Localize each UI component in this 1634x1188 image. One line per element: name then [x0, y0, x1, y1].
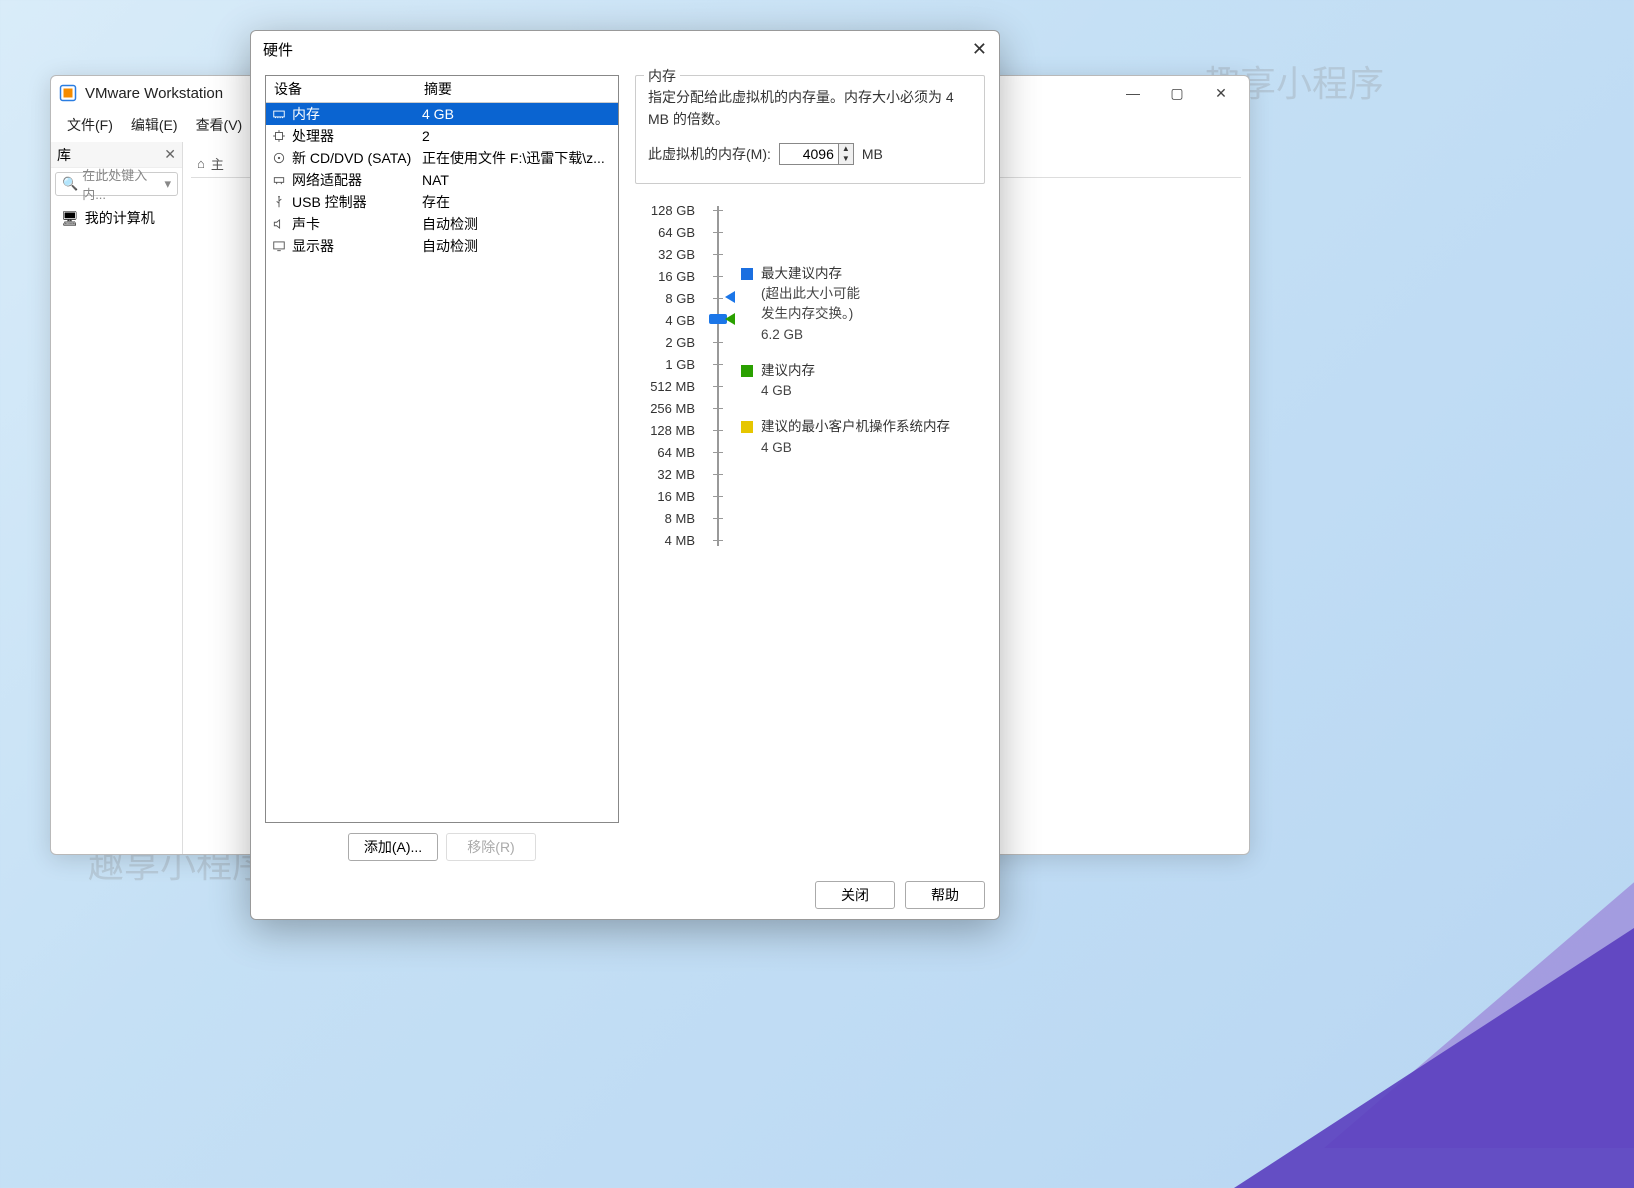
library-title: 库: [57, 145, 71, 165]
green-swatch-icon: [741, 365, 753, 377]
hardware-row-network[interactable]: 网络适配器 NAT: [266, 169, 618, 191]
home-tab[interactable]: 主: [211, 154, 224, 173]
hardware-summary: 4 GB: [416, 106, 618, 122]
hardware-dialog: 硬件 ✕ 设备 摘要 内存 4 GB 处理器 2 新 CD/DVD (SATA)正在使用…: [250, 30, 1000, 920]
maximize-button[interactable]: ▢: [1157, 79, 1197, 107]
search-icon: 🔍: [62, 176, 78, 192]
hardware-summary: 2: [416, 128, 618, 144]
hardware-name: USB 控制器: [292, 192, 367, 212]
remove-hardware-button: 移除(R): [446, 833, 536, 861]
vmware-app-icon: [59, 84, 77, 102]
memory-tick-labels: 128 GB64 GB32 GB16 GB8 GB4 GB2 GB1 GB512…: [635, 200, 695, 552]
library-root-node[interactable]: 🖥 我的计算机: [55, 206, 178, 230]
memory-input[interactable]: [780, 144, 838, 164]
sound-icon: [272, 217, 286, 231]
menu-edit[interactable]: 编辑(E): [123, 112, 186, 138]
max-memory-value: 6.2 GB: [761, 325, 985, 345]
library-close-icon[interactable]: ✕: [164, 146, 176, 163]
recommended-marker-icon: [725, 313, 735, 325]
library-root-label: 我的计算机: [85, 208, 155, 228]
column-summary[interactable]: 摘要: [416, 76, 618, 102]
hardware-row-disc[interactable]: 新 CD/DVD (SATA)正在使用文件 F:\迅雷下载\z...: [266, 147, 618, 169]
add-hardware-button[interactable]: 添加(A)...: [348, 833, 438, 861]
memory-slider[interactable]: [707, 200, 729, 552]
memory-field-label: 此虚拟机的内存(M):: [648, 144, 771, 164]
hardware-name: 内存: [292, 104, 320, 124]
min-memory-title: 建议的最小客户机操作系统内存: [761, 417, 950, 437]
network-icon: [272, 173, 286, 187]
hardware-summary: 正在使用文件 F:\迅雷下载\z...: [416, 148, 618, 168]
hardware-name: 声卡: [292, 214, 320, 234]
hardware-summary: 自动检测: [416, 214, 618, 234]
memory-spin-down[interactable]: ▼: [839, 154, 853, 164]
min-memory-value: 4 GB: [761, 438, 985, 458]
hardware-name: 网络适配器: [292, 170, 362, 190]
memory-icon: [272, 107, 286, 121]
hardware-name: 显示器: [292, 236, 334, 256]
hardware-name: 新 CD/DVD (SATA): [292, 148, 411, 168]
cpu-icon: [272, 129, 286, 143]
hardware-summary: NAT: [416, 172, 618, 188]
memory-description: 指定分配给此虚拟机的内存量。内存大小必须为 4 MB 的倍数。: [648, 86, 972, 131]
column-device[interactable]: 设备: [266, 76, 416, 102]
home-icon[interactable]: ⌂: [197, 156, 205, 171]
blue-swatch-icon: [741, 268, 753, 280]
computer-icon: 🖥: [61, 210, 79, 227]
menu-view[interactable]: 查看(V): [188, 112, 251, 138]
memory-unit: MB: [862, 146, 883, 162]
rec-memory-title: 建议内存: [761, 361, 815, 381]
hardware-row-usb[interactable]: USB 控制器 存在: [266, 191, 618, 213]
usb-icon: [272, 195, 286, 209]
max-memory-title: 最大建议内存: [761, 264, 842, 284]
memory-legend: 内存: [644, 66, 680, 86]
max-memory-note1: (超出此大小可能: [761, 284, 985, 304]
disc-icon: [272, 151, 286, 165]
library-search-placeholder: 在此处键入内...: [82, 165, 164, 203]
hardware-row-sound[interactable]: 声卡 自动检测: [266, 213, 618, 235]
hardware-list: 设备 摘要 内存 4 GB 处理器 2 新 CD/DVD (SATA)正在使用文件 F:…: [265, 75, 619, 823]
dialog-close-footer-button[interactable]: 关闭: [815, 881, 895, 909]
hardware-name: 处理器: [292, 126, 334, 146]
hardware-summary: 存在: [416, 192, 618, 212]
display-icon: [272, 239, 286, 253]
dialog-close-button[interactable]: ✕: [972, 39, 987, 60]
hardware-row-memory[interactable]: 内存 4 GB: [266, 103, 618, 125]
menu-file[interactable]: 文件(F): [59, 112, 121, 138]
memory-spin-up[interactable]: ▲: [839, 144, 853, 154]
max-memory-note2: 发生内存交换。): [761, 304, 985, 324]
dialog-help-button[interactable]: 帮助: [905, 881, 985, 909]
hardware-row-display[interactable]: 显示器 自动检测: [266, 235, 618, 257]
minimize-button[interactable]: —: [1113, 79, 1153, 107]
dialog-title: 硬件: [263, 39, 293, 60]
chevron-down-icon[interactable]: ▾: [164, 176, 171, 192]
max-marker-icon: [725, 291, 735, 303]
hardware-row-cpu[interactable]: 处理器 2: [266, 125, 618, 147]
vmware-title: VMware Workstation: [85, 85, 223, 102]
hardware-summary: 自动检测: [416, 236, 618, 256]
library-search[interactable]: 🔍 在此处键入内... ▾: [55, 172, 178, 196]
library-panel: 库 ✕ 🔍 在此处键入内... ▾ 🖥 我的计算机: [51, 142, 183, 854]
close-button[interactable]: ✕: [1201, 79, 1241, 107]
rec-memory-value: 4 GB: [761, 381, 985, 401]
yellow-swatch-icon: [741, 421, 753, 433]
